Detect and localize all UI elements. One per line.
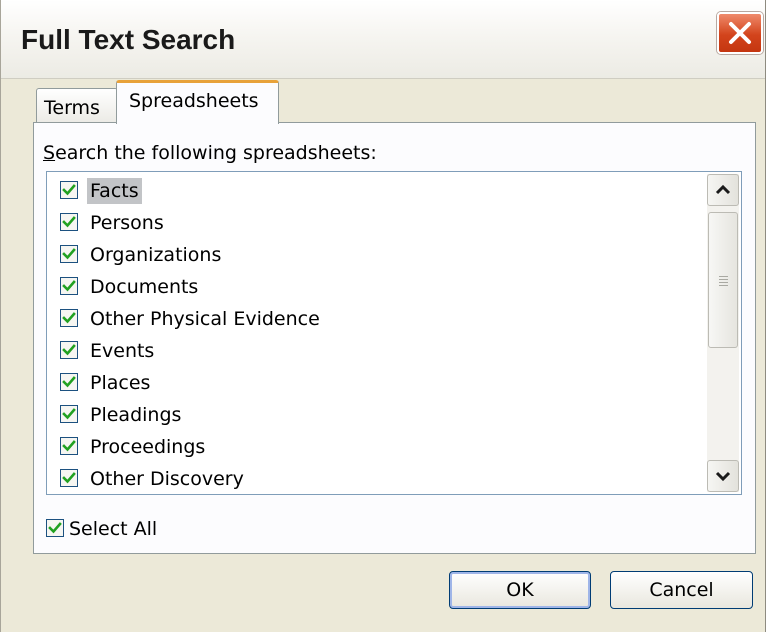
tab-terms[interactable]: Terms — [36, 88, 118, 122]
checkbox[interactable] — [60, 277, 78, 295]
checkbox[interactable] — [60, 309, 78, 327]
list-item[interactable]: Documents — [60, 272, 700, 302]
list-item-label: Documents — [90, 276, 199, 298]
checkbox[interactable] — [60, 213, 78, 231]
checkmark-icon — [62, 408, 76, 420]
checkbox[interactable] — [60, 181, 78, 199]
checkmark-icon — [62, 312, 76, 324]
checkbox[interactable] — [46, 519, 64, 537]
tab-spreadsheets[interactable]: Spreadsheets — [116, 80, 279, 124]
title-bar[interactable]: Full Text Search — [1, 0, 765, 79]
list-item-label: Pleadings — [90, 404, 182, 426]
list-item-label: Persons — [90, 212, 164, 234]
list-item-label: Other Physical Evidence — [90, 308, 320, 330]
checkmark-icon — [62, 376, 76, 388]
checkmark-icon — [62, 216, 76, 228]
list-item-label: Organizations — [90, 244, 222, 266]
checkbox[interactable] — [60, 373, 78, 391]
list-item[interactable]: Pleadings — [60, 400, 700, 430]
cancel-button[interactable]: Cancel — [610, 571, 753, 609]
checkmark-icon — [62, 184, 76, 196]
list-item[interactable]: Facts — [60, 176, 700, 206]
chevron-up-icon — [715, 184, 731, 195]
list-item[interactable]: Events — [60, 336, 700, 366]
close-icon — [729, 22, 751, 44]
list-item[interactable]: Organizations — [60, 240, 700, 270]
list-item[interactable]: Other Discovery — [60, 464, 700, 494]
vertical-scrollbar[interactable] — [707, 174, 739, 492]
list-item[interactable]: Proceedings — [60, 432, 700, 462]
close-button[interactable] — [717, 12, 763, 54]
checkmark-icon — [62, 440, 76, 452]
checkmark-icon — [62, 344, 76, 356]
scroll-down-button[interactable] — [707, 460, 739, 492]
checkbox[interactable] — [60, 437, 78, 455]
label-text: earch the following spreadsheets: — [55, 142, 377, 164]
checkmark-icon — [62, 248, 76, 260]
select-all-label: Select All — [69, 518, 158, 540]
checkbox[interactable] — [60, 341, 78, 359]
search-spreadsheets-label: Search the following spreadsheets: — [43, 142, 377, 164]
spreadsheet-listbox[interactable]: Facts Persons Organizations Documents Ot… — [46, 171, 742, 495]
list-item[interactable]: Persons — [60, 208, 700, 238]
label-accelerator: S — [43, 142, 56, 164]
checkmark-icon — [48, 522, 62, 534]
checkmark-icon — [62, 472, 76, 484]
checkbox[interactable] — [60, 405, 78, 423]
list-item-label: Proceedings — [90, 436, 206, 458]
ok-button[interactable]: OK — [449, 571, 591, 609]
list-item[interactable]: Other Physical Evidence — [60, 304, 700, 334]
scroll-thumb[interactable] — [708, 212, 738, 348]
select-all-checkbox[interactable]: Select All — [46, 516, 196, 544]
grip-icon — [719, 276, 728, 288]
list-item-label: Other Discovery — [90, 468, 244, 490]
list-item-label: Places — [90, 372, 151, 394]
checkbox[interactable] — [60, 469, 78, 487]
checkbox[interactable] — [60, 245, 78, 263]
list-item[interactable]: Places — [60, 368, 700, 398]
list-item-label: Facts — [87, 178, 142, 204]
dialog-title: Full Text Search — [21, 24, 236, 55]
scroll-up-button[interactable] — [707, 174, 739, 206]
checkmark-icon — [62, 280, 76, 292]
chevron-down-icon — [715, 471, 731, 482]
list-item-label: Events — [90, 340, 155, 362]
full-text-search-dialog: Full Text Search Terms Spreadsheets Sear… — [0, 0, 766, 632]
